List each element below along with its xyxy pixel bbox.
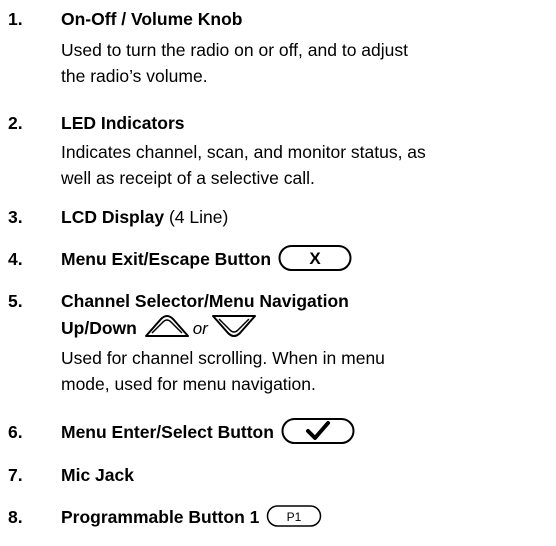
item-number: 2. xyxy=(8,113,23,133)
item-number: 5. xyxy=(8,291,23,311)
item-title-wrapper: Programmable Button 1 P1 xyxy=(61,505,322,529)
item-number: 8. xyxy=(8,507,23,527)
or-label: or xyxy=(192,319,208,338)
x-button-label: X xyxy=(309,249,321,268)
p1-button-label: P1 xyxy=(287,510,302,524)
description-line: Used for channel scrolling. When in menu xyxy=(61,348,385,368)
description-line: Used to turn the radio on or off, and to… xyxy=(61,40,408,60)
description-line: well as receipt of a selective call. xyxy=(61,168,315,188)
p1-button-icon: P1 xyxy=(267,505,322,528)
item-title: LCD Display xyxy=(61,207,165,227)
item-title-line2-wrapper: Up/Down or xyxy=(61,315,257,341)
description-line: Indicates channel, scan, and monitor sta… xyxy=(61,142,426,162)
item-title-wrapper: LCD Display (4 Line) xyxy=(61,205,228,229)
item-title-wrapper: Menu Exit/Escape Button X xyxy=(61,245,352,272)
item-description: Used to turn the radio on or off, and to… xyxy=(61,37,541,89)
item-title: Channel Selector/Menu Navigation xyxy=(61,291,349,311)
item-title: Mic Jack xyxy=(61,465,134,485)
checkmark-button-icon xyxy=(281,418,355,445)
item-title-suffix: (4 Line) xyxy=(164,207,229,227)
down-arrow-button-icon xyxy=(211,315,256,338)
x-button-icon: X xyxy=(278,245,352,272)
item-number: 4. xyxy=(8,249,23,269)
item-title: Menu Enter/Select Button xyxy=(61,422,274,442)
item-title: LED Indicators xyxy=(61,113,185,133)
item-number: 7. xyxy=(8,465,23,485)
description-line: the radio’s volume. xyxy=(61,66,208,86)
description-line: mode, used for menu navigation. xyxy=(61,374,316,394)
item-number: 3. xyxy=(8,207,23,227)
item-title: Programmable Button 1 xyxy=(61,507,260,527)
item-number: 6. xyxy=(8,422,23,442)
item-description: Used for channel scrolling. When in menu… xyxy=(61,345,541,397)
item-title: Menu Exit/Escape Button xyxy=(61,249,272,269)
item-title-wrapper: Menu Enter/Select Button xyxy=(61,418,355,445)
item-number: 1. xyxy=(8,9,23,29)
item-title: On-Off / Volume Knob xyxy=(61,9,243,29)
item-description: Indicates channel, scan, and monitor sta… xyxy=(61,139,541,191)
up-arrow-button-icon xyxy=(144,315,189,338)
item-title-line2: Up/Down xyxy=(61,318,137,338)
